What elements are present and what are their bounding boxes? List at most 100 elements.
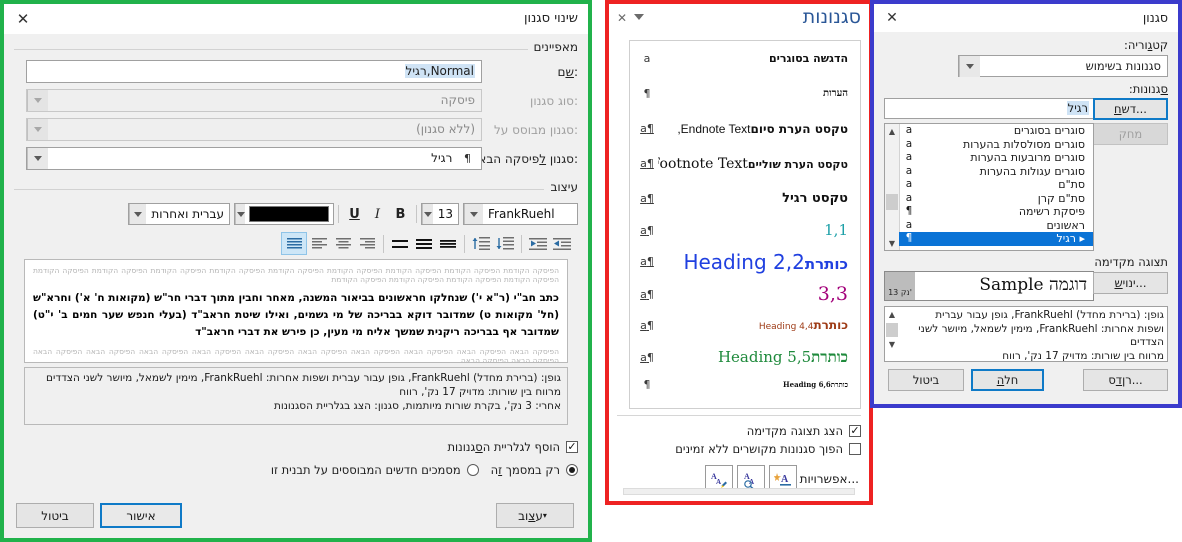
listbox-scrollbar[interactable]: ▲ ▼ [885, 124, 900, 250]
list-item[interactable]: ¶a טקסט הערת סיוםEndnote Text, [630, 111, 860, 146]
category-select[interactable]: סגנונות בשימוש [958, 55, 1168, 77]
section-divider [14, 189, 578, 190]
scroll-up-icon[interactable]: ▲ [885, 307, 899, 321]
list-item[interactable]: ¶ הערות [630, 76, 860, 111]
list-item[interactable]: ¶a כותרתHeading 2,2 [630, 244, 860, 279]
based-on-select[interactable]: (ללא סגנון) [26, 118, 482, 141]
style-name-input[interactable]: רגיל,Normal [26, 60, 482, 83]
horizontal-scrollbar[interactable] [623, 488, 855, 495]
formatting-toolbar-row-1: FrankRuehl 13 B I U עברית ואחרות [14, 202, 578, 230]
line-spacing-double-button[interactable] [436, 233, 460, 254]
scope-this-document-radio[interactable] [566, 464, 578, 476]
chevron-down-icon[interactable] [464, 204, 483, 224]
category-label: קטגוריה: [1124, 38, 1168, 52]
chevron-down-icon[interactable] [27, 90, 48, 111]
list-item[interactable]: ¶a 1,1 [630, 216, 860, 244]
add-to-gallery-checkbox[interactable]: ✓ [566, 441, 578, 453]
decrease-indent-button[interactable] [526, 233, 550, 254]
list-item[interactable]: a הדגשה בסוגרים [630, 41, 860, 76]
add-to-gallery-row[interactable]: ✓ הוסף לגלריית הסגנונות [14, 437, 578, 457]
description-scrollbar[interactable]: ▲ ▼ [885, 307, 899, 361]
chevron-down-icon[interactable] [422, 204, 433, 224]
font-color-combo[interactable] [234, 203, 334, 225]
disable-linked-row[interactable]: הפוך סגנונות מקושרים ללא זמינים [617, 440, 861, 458]
list-item[interactable]: a סת"ם קרן [899, 192, 1093, 206]
scope-new-documents-radio[interactable] [466, 464, 479, 476]
chevron-down-icon[interactable] [235, 204, 245, 224]
description-line-2: מרווח בין שורות: מדויק 17 נק', רווח [399, 386, 561, 398]
increase-spacing-before-button[interactable] [469, 233, 493, 254]
preview-size-badge: 13 נק' [885, 272, 915, 300]
format-button[interactable]: עצוב ▾ [496, 503, 574, 528]
italic-button[interactable]: I [366, 203, 389, 225]
list-item[interactable]: a סוגרים בסוגרים [899, 124, 1093, 138]
style-dialog-titlebar: סגנון ✕ [874, 4, 1178, 32]
align-right-button[interactable] [355, 233, 379, 254]
chevron-down-icon[interactable] [129, 204, 147, 224]
script-combo[interactable]: עברית ואחרות [128, 203, 230, 225]
style-type-icon: a [905, 124, 913, 137]
style-type-icon: ¶a [640, 122, 654, 135]
list-item[interactable]: ¶ פיסקת רשימה [899, 205, 1093, 219]
style-name-input[interactable]: רגיל [884, 98, 1094, 119]
line-spacing-1-5-button[interactable] [412, 233, 436, 254]
align-center-button[interactable] [331, 233, 355, 254]
organizer-button[interactable]: ס ד רן... [1083, 369, 1168, 391]
font-name-combo[interactable]: FrankRuehl [463, 203, 578, 225]
formatting-toolbar-row-2 [14, 230, 578, 257]
close-icon[interactable]: ✕ [882, 8, 902, 28]
list-item[interactable]: a סוגרים עגולות בהערות [899, 165, 1093, 179]
scroll-down-icon[interactable]: ▼ [885, 236, 899, 250]
close-icon[interactable]: ✕ [617, 11, 627, 25]
next-style-select[interactable]: רגיל ¶ [26, 147, 482, 170]
ok-button[interactable]: אישור [100, 503, 182, 528]
close-icon[interactable]: ✕ [12, 8, 34, 30]
align-justify-button[interactable] [281, 232, 307, 255]
scroll-up-icon[interactable]: ▲ [885, 124, 899, 138]
scrollbar-thumb[interactable] [886, 194, 898, 210]
list-item[interactable]: a סוגרים מרובעות בהערות [899, 151, 1093, 165]
align-left-button[interactable] [307, 233, 331, 254]
scope-radio-row[interactable]: רק במסמך זה מסמכים חדשים המבוססים על תבנ… [14, 460, 578, 480]
style-type-icon: ¶a [640, 223, 654, 237]
styles-list[interactable]: a הדגשה בסוגרים ¶ הערות ¶a טקסט הערת סיו… [629, 40, 861, 409]
font-name-value: FrankRuehl [488, 207, 555, 221]
styles-listbox[interactable]: ▲ ▼ a סוגרים בסוגרים a סוגרים מסולסלות ב… [884, 123, 1094, 251]
increase-spacing-after-button[interactable] [493, 233, 517, 254]
list-item[interactable]: a ראשונים [899, 219, 1093, 233]
increase-indent-button[interactable] [550, 233, 574, 254]
font-size-combo[interactable]: 13 [421, 203, 459, 225]
list-item[interactable]: a סוגרים מסולסלות בהערות [899, 138, 1093, 152]
chevron-down-icon[interactable] [27, 119, 48, 140]
list-item[interactable]: ¶a טקסט הערת שולייםFootnote Text, [630, 146, 860, 181]
bold-button[interactable]: B [389, 203, 412, 225]
apply-button[interactable]: ה חל [971, 369, 1044, 391]
underline-button[interactable]: U [343, 203, 366, 225]
formatting-section-header: עיצוב [14, 178, 578, 200]
options-link[interactable]: אפשרויות... [800, 472, 859, 486]
chevron-down-icon[interactable] [959, 55, 980, 77]
list-item[interactable]: ¶ כותרתHeading 6,6 [630, 373, 860, 395]
list-item[interactable]: ¶a טקסט רגיל [630, 181, 860, 216]
line-spacing-single-button[interactable] [388, 233, 412, 254]
show-preview-row[interactable]: ✓ הצג תצוגה מקדימה [617, 422, 861, 440]
scrollbar-thumb[interactable] [886, 323, 898, 337]
list-item-selected[interactable]: ¶ ▸ רגיל [899, 232, 1093, 246]
show-preview-checkbox[interactable]: ✓ [849, 425, 861, 437]
scroll-down-icon[interactable]: ▼ [885, 337, 899, 351]
add-to-gallery-label: הוסף לגלריית הסגנונות [447, 440, 560, 454]
modify-style-button[interactable]: ש ינוי... [1093, 272, 1168, 294]
cancel-button[interactable]: ביטול [16, 503, 94, 528]
delete-style-button[interactable]: מחק [1093, 123, 1168, 145]
chevron-down-icon[interactable] [27, 148, 48, 169]
section-divider [14, 49, 578, 50]
new-style-button[interactable]: ח דש... [1093, 98, 1168, 120]
list-item[interactable]: ¶a כותרתHeading 5,5 [630, 341, 860, 373]
cancel-button[interactable]: ביטול [888, 369, 964, 391]
list-item[interactable]: a סת"ם [899, 178, 1093, 192]
list-item[interactable]: ¶a כותרתHeading 4,4 [630, 309, 860, 341]
chevron-down-icon[interactable] [634, 14, 644, 20]
disable-linked-checkbox[interactable] [849, 443, 861, 455]
list-item[interactable]: ¶a 3,3 [630, 279, 860, 309]
style-type-select[interactable]: פיסקה [26, 89, 482, 112]
